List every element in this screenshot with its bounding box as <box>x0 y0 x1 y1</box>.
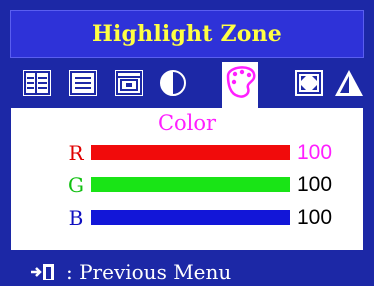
channel-value: 100 <box>297 141 333 164</box>
panel-title: Color <box>157 111 217 135</box>
zone-page-icon[interactable] <box>68 69 98 97</box>
size-position-icon[interactable] <box>294 69 324 97</box>
title-bar: Highlight Zone <box>10 10 364 58</box>
menu-title: Highlight Zone <box>92 21 282 47</box>
green-level-bar[interactable] <box>91 177 290 192</box>
blue-channel-row[interactable]: B 100 <box>11 204 363 232</box>
exit-door-icon <box>30 263 58 281</box>
channel-letter: B <box>68 206 84 230</box>
zone-split-icon[interactable] <box>22 69 52 97</box>
channel-letter: R <box>68 141 84 165</box>
red-channel-row[interactable]: R 100 <box>11 139 363 167</box>
blue-level-bar[interactable] <box>91 210 290 225</box>
footer-hint: : Previous Menu <box>0 258 374 286</box>
zone-window-icon[interactable] <box>114 69 144 97</box>
contrast-icon[interactable] <box>158 69 188 97</box>
red-level-bar[interactable] <box>91 145 290 160</box>
channel-value: 100 <box>297 173 333 196</box>
menu-icon-row <box>0 60 374 110</box>
osd-window: Highlight Zone Color R 100 G 100 B 100:… <box>0 0 374 286</box>
color-panel: Color R 100 G 100 B 100 <box>11 108 363 250</box>
channel-value: 100 <box>297 206 333 229</box>
sharpness-icon[interactable] <box>334 69 364 97</box>
channel-letter: G <box>68 173 84 197</box>
green-channel-row[interactable]: G 100 <box>11 171 363 199</box>
color-palette-icon[interactable] <box>222 62 258 108</box>
previous-menu-label: : Previous Menu <box>66 260 232 284</box>
